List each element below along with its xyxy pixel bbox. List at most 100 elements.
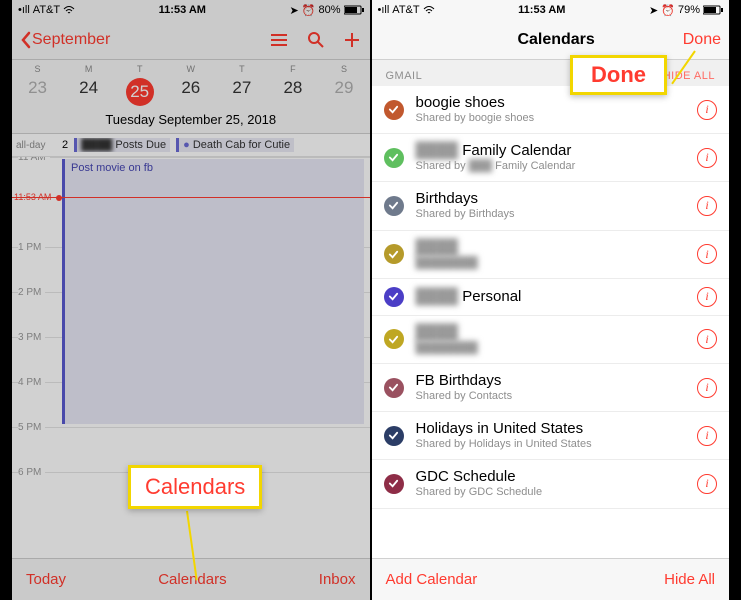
callout-done: Done	[570, 55, 667, 95]
chevron-left-icon	[20, 31, 32, 49]
day-number[interactable]: 27	[216, 74, 267, 102]
bottom-toolbar: Add Calendar Hide All	[372, 558, 730, 600]
check-icon[interactable]	[384, 244, 404, 264]
check-icon[interactable]	[384, 100, 404, 120]
carrier-label: AT&T	[392, 4, 419, 16]
add-event-icon[interactable]	[343, 31, 361, 49]
done-button[interactable]: Done	[683, 31, 721, 49]
info-icon[interactable]: i	[697, 196, 717, 216]
nav-bar: Calendars Done	[372, 20, 730, 60]
bottom-toolbar: Today Calendars Inbox	[12, 558, 370, 600]
signal-icon: •ıll	[18, 4, 30, 16]
day-number[interactable]: 28	[267, 74, 318, 102]
page-title: Calendars	[517, 31, 594, 49]
week-header: SMTWTFS 23242526272829 Tuesday September…	[12, 60, 370, 134]
calendar-subtitle: Shared by Birthdays	[416, 208, 686, 221]
info-icon[interactable]: i	[697, 244, 717, 264]
day-number[interactable]: 24	[63, 74, 114, 102]
wifi-icon	[63, 5, 75, 15]
check-icon[interactable]	[384, 329, 404, 349]
day-number[interactable]: 26	[165, 74, 216, 102]
calendar-row[interactable]: BirthdaysShared by Birthdays i	[372, 182, 730, 230]
info-icon[interactable]: i	[697, 426, 717, 446]
hour-line: 5 PM	[12, 427, 370, 439]
day-number[interactable]: 29	[318, 74, 369, 102]
dow-label: M	[63, 64, 114, 74]
battery-pct: 80%	[318, 4, 340, 16]
signal-icon: •ıll	[378, 4, 390, 16]
inbox-button[interactable]: Inbox	[319, 571, 356, 588]
calendar-row[interactable]: GDC ScheduleShared by GDC Schedulei	[372, 460, 730, 508]
back-label: September	[32, 31, 110, 49]
dow-label: F	[267, 64, 318, 74]
info-icon[interactable]: i	[697, 474, 717, 494]
battery-pct: 79%	[678, 4, 700, 16]
allday-count: 2	[62, 139, 68, 151]
info-icon[interactable]: i	[697, 100, 717, 120]
dow-label: T	[216, 64, 267, 74]
calendar-name: ████	[416, 239, 686, 257]
calendar-row[interactable]: ████ Family CalendarShared by ███ Family…	[372, 134, 730, 182]
day-number[interactable]: 23	[12, 74, 63, 102]
status-time: 11:53 AM	[518, 4, 565, 16]
check-icon[interactable]	[384, 148, 404, 168]
calendar-row[interactable]: ████ ████████ i	[372, 316, 730, 364]
status-bar: •ıll AT&T 11:53 AM ➤ ⏰ 79%	[372, 0, 730, 20]
location-icon: ➤	[649, 4, 658, 17]
dow-label: S	[318, 64, 369, 74]
calendar-row[interactable]: boogie shoesShared by boogie shoes i	[372, 86, 730, 134]
alarm-icon: ⏰	[302, 4, 316, 17]
status-bar: •ıll AT&T 11:53 AM ➤ ⏰ 80%	[12, 0, 370, 20]
section-header-gmail: GMAIL HIDE ALL	[372, 60, 730, 86]
dow-label: W	[165, 64, 216, 74]
calendar-row[interactable]: ████ Personal i	[372, 279, 730, 316]
battery-icon	[703, 5, 723, 15]
calendars-list-screen: •ıll AT&T 11:53 AM ➤ ⏰ 79% Calendars Don…	[372, 0, 730, 600]
section-hide-all[interactable]: HIDE ALL	[663, 70, 715, 82]
check-icon[interactable]	[384, 474, 404, 494]
calendars-button[interactable]: Calendars	[158, 571, 226, 588]
calendar-subtitle: Shared by Holidays in United States	[416, 438, 686, 451]
timeline[interactable]: 11 AM1 PM2 PM3 PM4 PM5 PM6 PM7 PMPost mo…	[12, 157, 370, 502]
allday-event-1[interactable]: ████ Posts Due	[74, 138, 170, 152]
allday-row[interactable]: all-day 2 ████ Posts Due ● Death Cab for…	[12, 134, 370, 157]
info-icon[interactable]: i	[697, 329, 717, 349]
calendar-day-screen: •ıll AT&T 11:53 AM ➤ ⏰ 80%	[12, 0, 370, 600]
calendar-subtitle: ████████	[416, 342, 686, 355]
calendar-name: FB Birthdays	[416, 372, 686, 390]
calendar-subtitle: ████████	[416, 257, 686, 270]
now-indicator: 11:53 AM	[12, 197, 370, 198]
list-view-icon[interactable]	[269, 33, 289, 47]
add-calendar-button[interactable]: Add Calendar	[386, 571, 478, 588]
today-button[interactable]: Today	[26, 571, 66, 588]
calendar-name: GDC Schedule	[416, 468, 686, 486]
check-icon[interactable]	[384, 426, 404, 446]
back-button[interactable]: September	[20, 31, 110, 49]
check-icon[interactable]	[384, 287, 404, 307]
nav-bar: September	[12, 20, 370, 60]
calendar-subtitle: Shared by boogie shoes	[416, 112, 686, 125]
check-icon[interactable]	[384, 196, 404, 216]
calendar-name: Holidays in United States	[416, 420, 686, 438]
calendar-row[interactable]: FB BirthdaysShared by Contactsi	[372, 364, 730, 412]
hide-all-button[interactable]: Hide All	[664, 571, 715, 588]
event-block[interactable]: Post movie on fb	[62, 159, 364, 424]
calendar-name: boogie shoes	[416, 94, 686, 112]
allday-event-2[interactable]: ● Death Cab for Cutie	[176, 138, 294, 152]
calendar-name: ████ Family Calendar	[416, 142, 686, 160]
calendar-name: ████ Personal	[416, 288, 686, 306]
info-icon[interactable]: i	[697, 378, 717, 398]
wifi-icon	[423, 5, 435, 15]
section-name: GMAIL	[386, 70, 423, 82]
calendar-subtitle: Shared by ███ Family Calendar	[416, 160, 686, 173]
info-icon[interactable]: i	[697, 148, 717, 168]
calendar-row[interactable]: Holidays in United StatesShared by Holid…	[372, 412, 730, 460]
calendar-row[interactable]: ████ ████████ i	[372, 231, 730, 279]
calendar-name: ████	[416, 324, 686, 342]
info-icon[interactable]: i	[697, 287, 717, 307]
calendar-name: Birthdays	[416, 190, 686, 208]
check-icon[interactable]	[384, 378, 404, 398]
search-icon[interactable]	[307, 31, 325, 49]
day-number[interactable]: 25	[114, 74, 165, 110]
calendar-list[interactable]: boogie shoesShared by boogie shoesi████ …	[372, 86, 730, 524]
